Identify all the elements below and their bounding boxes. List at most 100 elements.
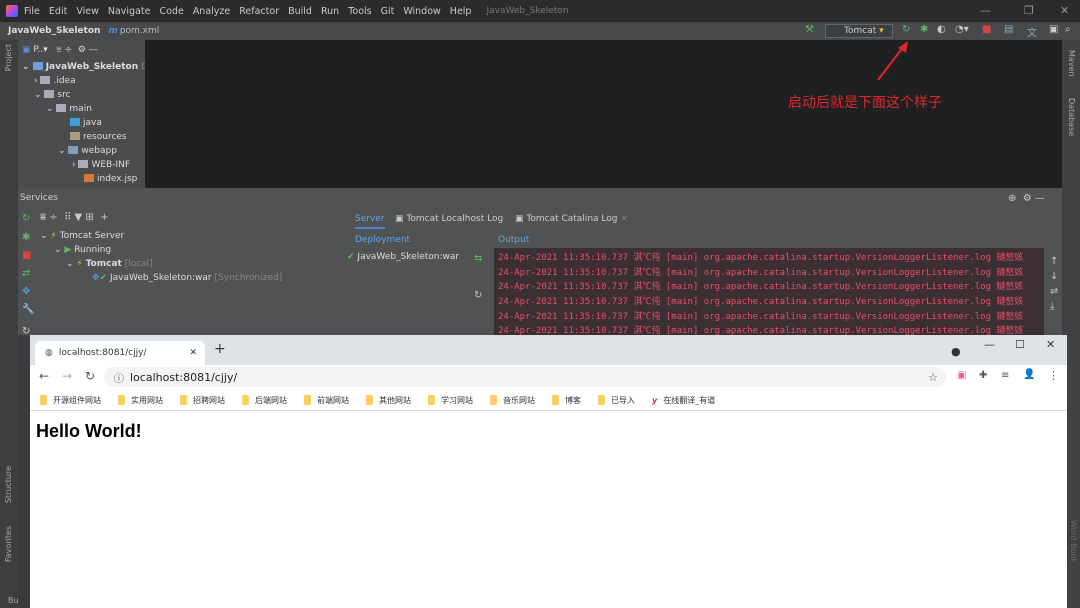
menu-file[interactable]: File bbox=[24, 6, 40, 17]
bookmark-youdao[interactable]: y 在线翻译_有道 bbox=[652, 395, 715, 406]
log-line: 24-Apr-2021 11:35:10.737 淇℃伅 [main] org.… bbox=[498, 253, 1024, 263]
coverage-icon[interactable]: ◐ bbox=[937, 24, 946, 35]
database-tool-tab[interactable]: Database bbox=[1067, 98, 1076, 136]
rerun-icon[interactable]: ↻ bbox=[22, 213, 30, 224]
deploy-icon[interactable]: ⇆ bbox=[474, 253, 482, 264]
restore-icon[interactable]: ❐ bbox=[1024, 4, 1034, 17]
service-running[interactable]: ⌄ ▶ Running bbox=[54, 245, 111, 255]
minimize-icon[interactable]: — bbox=[980, 4, 991, 17]
tree-item-java[interactable]: java bbox=[70, 118, 102, 128]
menu-window[interactable]: Window bbox=[403, 6, 440, 17]
wordbook-tool-tab[interactable]: Word Book bbox=[1069, 520, 1078, 563]
tab-server[interactable]: Server bbox=[355, 214, 385, 229]
menu-kebab-icon[interactable]: ⋮ bbox=[1048, 369, 1059, 382]
rerun-icon[interactable]: ↻ bbox=[902, 24, 910, 35]
profile-icon[interactable]: ◔▾ bbox=[955, 24, 969, 35]
breadcrumb-project[interactable]: JavaWeb_Skeleton bbox=[8, 26, 100, 36]
deployment-item[interactable]: ✔ JavaWeb_Skeleton:war bbox=[347, 252, 459, 262]
profile-avatar-icon[interactable]: 👤 bbox=[1023, 369, 1035, 380]
address-bar[interactable]: ⓘ localhost:8081/cjjy/☆ bbox=[104, 367, 946, 387]
deploy-icon[interactable]: ⇄ bbox=[22, 268, 30, 279]
bookmark-star-icon[interactable]: ☆ bbox=[928, 371, 938, 384]
tree-item-idea[interactable]: › .idea bbox=[34, 76, 76, 86]
left-tool-strip bbox=[0, 40, 18, 608]
tab-catalina-log[interactable]: ▣ Tomcat Catalina Log × bbox=[515, 214, 628, 224]
bookmark-folder[interactable]: 已导入 bbox=[598, 395, 635, 406]
bookmark-folder[interactable]: 招聘网站 bbox=[180, 395, 225, 406]
service-artifact[interactable]: ✥✔ JavaWeb_Skeleton:war [Synchronized] bbox=[92, 273, 282, 283]
menu-git[interactable]: Git bbox=[381, 6, 395, 17]
menu-run[interactable]: Run bbox=[321, 6, 339, 17]
refresh-icon[interactable]: ↻ bbox=[474, 290, 482, 301]
bookmark-folder[interactable]: 实用网站 bbox=[118, 395, 163, 406]
tree-item-webapp[interactable]: ⌄ webapp bbox=[58, 146, 117, 156]
run-config-selector[interactable]: Tomcat ▾ bbox=[825, 24, 893, 38]
maven-icon: m bbox=[108, 26, 118, 36]
project-view-selector[interactable]: ▣ P..▾ ⩸ ÷ ⚙ — bbox=[22, 45, 98, 55]
bookmark-folder[interactable]: 博客 bbox=[552, 395, 581, 406]
menu-analyze[interactable]: Analyze bbox=[193, 6, 230, 17]
search-icon[interactable]: ⌕ bbox=[1065, 24, 1071, 35]
bookmark-folder[interactable]: 学习网站 bbox=[428, 395, 473, 406]
bookmark-folder[interactable]: 开源组件网站 bbox=[40, 395, 101, 406]
reading-list-icon[interactable]: ≡ bbox=[1001, 370, 1009, 381]
tab-search-icon[interactable]: ● bbox=[951, 345, 961, 358]
build-tool-tab[interactable]: Bu bbox=[8, 596, 19, 605]
menu-view[interactable]: View bbox=[76, 6, 99, 17]
menu-build[interactable]: Build bbox=[288, 6, 312, 17]
tab-localhost-log[interactable]: ▣ Tomcat Localhost Log bbox=[395, 214, 503, 224]
console-toolbar[interactable]: ↑ ↓ ⇌ ⤓ bbox=[1050, 254, 1058, 314]
close-tab-icon[interactable]: ✕ bbox=[189, 348, 197, 358]
service-tomcat-local[interactable]: ⌄ ⚡ Tomcat [local] bbox=[66, 259, 153, 269]
tree-item-resources[interactable]: resources bbox=[70, 132, 127, 142]
navigation-bar: JavaWeb_Skeleton m pom.xml bbox=[0, 22, 1080, 40]
menu-navigate[interactable]: Navigate bbox=[108, 6, 151, 17]
debug-icon[interactable]: ✱ bbox=[22, 232, 30, 243]
menu-tools[interactable]: Tools bbox=[348, 6, 371, 17]
editor-area[interactable] bbox=[145, 40, 1062, 188]
debug-icon[interactable]: ✱ bbox=[920, 24, 928, 35]
minimize-icon[interactable]: — bbox=[984, 338, 995, 351]
services-toolbar[interactable]: ⩸ ÷ ⠿ ▼ ⊞ + bbox=[40, 212, 108, 223]
services-title: Services bbox=[20, 193, 58, 203]
maven-tool-tab[interactable]: Maven bbox=[1067, 50, 1076, 77]
artifact-icon[interactable]: ✥ bbox=[22, 286, 30, 297]
extension-icon[interactable]: ▣ bbox=[957, 370, 966, 381]
build-hammer-icon[interactable]: ⚒ bbox=[805, 24, 814, 35]
menu-bar: File Edit View Navigate Code Analyze Ref… bbox=[0, 0, 1080, 22]
bookmark-folder[interactable]: 其他网站 bbox=[366, 395, 411, 406]
bookmark-folder[interactable]: 后端网站 bbox=[242, 395, 287, 406]
panel-options-icons[interactable]: ⊕ ⚙ — bbox=[1008, 193, 1045, 204]
back-icon[interactable]: ← bbox=[39, 369, 49, 383]
structure-tool-tab[interactable]: Structure bbox=[4, 466, 13, 503]
project-structure-icon[interactable]: ▤ bbox=[1004, 24, 1013, 35]
tree-item-main[interactable]: ⌄ main bbox=[46, 104, 92, 114]
tree-item-web-inf[interactable]: › WEB-INF bbox=[72, 160, 130, 170]
favorites-tool-tab[interactable]: Favorites bbox=[4, 526, 13, 562]
tree-item-src[interactable]: ⌄ src bbox=[34, 90, 71, 100]
menu-code[interactable]: Code bbox=[159, 6, 183, 17]
translate-icon[interactable]: 文 bbox=[1027, 24, 1037, 39]
stop-icon[interactable]: ■ bbox=[982, 24, 991, 35]
maximize-icon[interactable]: ☐ bbox=[1015, 338, 1025, 351]
forward-icon[interactable]: → bbox=[62, 369, 72, 383]
tree-item-index-jsp[interactable]: index.jsp bbox=[84, 174, 137, 184]
new-tab-icon[interactable]: + bbox=[214, 341, 226, 357]
extensions-puzzle-icon[interactable]: ✚ bbox=[979, 370, 987, 381]
browser-tab[interactable]: ◍ localhost:8081/cjjy/✕ bbox=[35, 341, 205, 365]
menu-refactor[interactable]: Refactor bbox=[239, 6, 279, 17]
menu-edit[interactable]: Edit bbox=[49, 6, 67, 17]
bookmark-folder[interactable]: 前端网站 bbox=[304, 395, 349, 406]
stop-icon[interactable]: ■ bbox=[22, 250, 31, 261]
tree-item-project-root[interactable]: ⌄ JavaWeb_Skeleton D:\ bbox=[22, 62, 154, 72]
project-tool-tab[interactable]: Project bbox=[4, 44, 13, 71]
menu-help[interactable]: Help bbox=[450, 6, 472, 17]
service-tomcat-server[interactable]: ⌄ ⚡ Tomcat Server bbox=[40, 231, 124, 241]
wrench-icon[interactable]: 🔧 bbox=[22, 304, 34, 315]
breadcrumb-file[interactable]: m pom.xml bbox=[108, 26, 159, 36]
reload-icon[interactable]: ↻ bbox=[85, 369, 95, 383]
terminal-icon[interactable]: ▣ bbox=[1049, 24, 1058, 35]
bookmark-folder[interactable]: 音乐网站 bbox=[490, 395, 535, 406]
close-icon[interactable]: ✕ bbox=[1046, 338, 1055, 351]
close-icon[interactable]: ✕ bbox=[1060, 4, 1069, 17]
